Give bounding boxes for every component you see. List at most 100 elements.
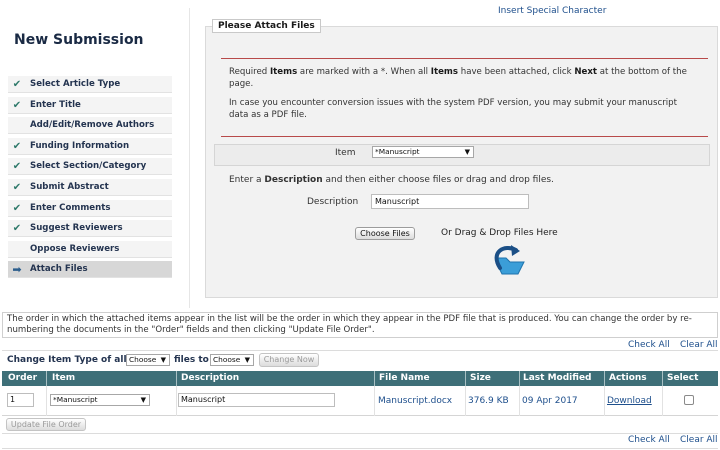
checkmark-icon: ✔ bbox=[12, 161, 22, 173]
note-bold: Items bbox=[430, 67, 459, 77]
dropdown-caret-icon: ▼ bbox=[140, 396, 146, 404]
step-label: Submit Abstract bbox=[30, 181, 109, 192]
step-suggest-reviewers[interactable]: ✔ Suggest Reviewers bbox=[8, 220, 172, 238]
clear-all-link[interactable]: Clear All bbox=[680, 340, 718, 350]
file-size: 376.9 KB bbox=[468, 396, 509, 406]
dropdown-caret-icon: ▼ bbox=[160, 356, 166, 364]
row-item-type-value: *Manuscript bbox=[53, 395, 98, 404]
step-label: Add/Edit/Remove Authors bbox=[30, 120, 155, 131]
download-link[interactable]: Download bbox=[607, 396, 652, 406]
step-select-section-category[interactable]: ✔ Select Section/Category bbox=[8, 158, 172, 176]
page-title: New Submission bbox=[14, 32, 144, 48]
step-label: Enter Title bbox=[30, 99, 81, 110]
divider bbox=[189, 8, 190, 308]
step-select-article-type[interactable]: ✔ Select Article Type bbox=[8, 76, 172, 93]
column-divider bbox=[46, 371, 47, 386]
upload-icon[interactable] bbox=[488, 244, 532, 280]
column-divider bbox=[662, 371, 663, 386]
step-add-edit-remove-authors[interactable]: Add/Edit/Remove Authors bbox=[8, 117, 172, 135]
description-input[interactable]: Manuscript bbox=[371, 194, 529, 209]
item-label: Item bbox=[335, 148, 356, 158]
change-now-button[interactable]: Change Now bbox=[259, 353, 319, 367]
to-type-value: Choose bbox=[213, 355, 241, 364]
section-rule bbox=[221, 136, 708, 137]
col-select: Select bbox=[667, 373, 699, 383]
item-type-select[interactable]: *Manuscript ▼ bbox=[372, 146, 474, 158]
step-label: Enter Comments bbox=[30, 202, 111, 213]
file-name-link[interactable]: Manuscript.docx bbox=[378, 396, 452, 406]
required-items-note: Required Items are marked with a *. When… bbox=[229, 66, 699, 90]
column-divider bbox=[176, 386, 177, 416]
clear-all-link-bottom[interactable]: Clear All bbox=[680, 435, 718, 445]
insert-special-character-link[interactable]: Insert Special Character bbox=[498, 6, 606, 16]
checkmark-icon: ✔ bbox=[12, 223, 22, 235]
checkmark-icon: ✔ bbox=[12, 79, 22, 90]
empty-mark bbox=[10, 242, 24, 257]
column-divider bbox=[465, 386, 466, 416]
dropdown-caret-icon: ▼ bbox=[244, 356, 250, 364]
col-last-modified: Last Modified bbox=[523, 373, 592, 383]
note-text: Required bbox=[229, 67, 270, 77]
section-rule bbox=[221, 58, 708, 59]
checkmark-icon: ✔ bbox=[12, 99, 22, 111]
column-divider bbox=[519, 371, 520, 386]
from-type-select[interactable]: Choose ▼ bbox=[126, 354, 170, 366]
current-step-arrow-icon: ➡ bbox=[12, 263, 22, 277]
step-submit-abstract[interactable]: ✔ Submit Abstract bbox=[8, 178, 172, 196]
col-item: Item bbox=[52, 373, 76, 383]
pdf-conversion-note: In case you encounter conversion issues … bbox=[229, 98, 677, 120]
step-funding-information[interactable]: ✔ Funding Information bbox=[8, 137, 172, 155]
instruction-bold: Description bbox=[264, 175, 323, 185]
step-label: Suggest Reviewers bbox=[30, 223, 123, 234]
checkmark-icon: ✔ bbox=[12, 140, 22, 152]
description-instruction: Enter a Description and then either choo… bbox=[229, 175, 554, 185]
column-divider bbox=[604, 371, 605, 386]
select-checkbox[interactable] bbox=[684, 395, 694, 405]
column-divider bbox=[374, 371, 375, 386]
to-type-select[interactable]: Choose ▼ bbox=[210, 354, 254, 366]
checkmark-icon: ✔ bbox=[12, 202, 22, 214]
step-attach-files[interactable]: ➡ Attach Files bbox=[8, 261, 172, 279]
step-label: Attach Files bbox=[30, 264, 88, 275]
instruction-text: and then either choose files or drag and… bbox=[322, 175, 554, 185]
column-divider bbox=[46, 386, 47, 416]
step-label: Oppose Reviewers bbox=[30, 243, 120, 254]
column-divider bbox=[176, 371, 177, 386]
file-table-header: Order Item Description File Name Size La… bbox=[2, 371, 718, 386]
step-label: Funding Information bbox=[30, 140, 130, 151]
step-oppose-reviewers[interactable]: Oppose Reviewers bbox=[8, 240, 172, 258]
column-divider bbox=[662, 386, 663, 416]
note-bold: Items bbox=[269, 67, 298, 77]
step-enter-title[interactable]: ✔ Enter Title bbox=[8, 96, 172, 114]
checkmark-icon: ✔ bbox=[12, 181, 22, 193]
note-text: have been attached, click bbox=[458, 67, 575, 77]
row-item-type-select[interactable]: *Manuscript ▼ bbox=[50, 394, 150, 406]
dropdown-caret-icon: ▼ bbox=[464, 148, 470, 156]
step-enter-comments[interactable]: ✔ Enter Comments bbox=[8, 199, 172, 217]
col-size: Size bbox=[470, 373, 491, 383]
check-all-link-bottom[interactable]: Check All bbox=[628, 435, 670, 445]
item-type-value: *Manuscript bbox=[375, 147, 420, 156]
empty-mark bbox=[10, 118, 24, 133]
files-to-label: files to bbox=[174, 355, 209, 365]
panel-title: Please Attach Files bbox=[212, 19, 321, 33]
col-actions: Actions bbox=[609, 373, 647, 383]
row-description-input[interactable]: Manuscript bbox=[178, 393, 335, 407]
column-divider bbox=[374, 386, 375, 416]
update-file-order-button[interactable]: Update File Order bbox=[6, 418, 86, 431]
description-label: Description bbox=[307, 197, 359, 207]
check-all-link[interactable]: Check All bbox=[628, 340, 670, 350]
note-text: are marked with a *. When all bbox=[297, 67, 431, 77]
col-order: Order bbox=[8, 373, 38, 383]
choose-files-button[interactable]: Choose Files bbox=[355, 227, 415, 240]
col-description: Description bbox=[181, 373, 240, 383]
drag-drop-label: Or Drag & Drop Files Here bbox=[441, 228, 558, 238]
order-input[interactable]: 1 bbox=[7, 393, 34, 407]
from-type-value: Choose bbox=[129, 355, 157, 364]
instruction-text: Enter a bbox=[229, 175, 265, 185]
last-modified: 09 Apr 2017 bbox=[522, 396, 578, 406]
step-label: Select Article Type bbox=[30, 79, 121, 89]
divider bbox=[2, 433, 718, 434]
step-list: ✔ Select Article Type ✔ Enter Title Add/Edit… bbox=[8, 76, 172, 282]
step-label: Select Section/Category bbox=[30, 161, 147, 172]
